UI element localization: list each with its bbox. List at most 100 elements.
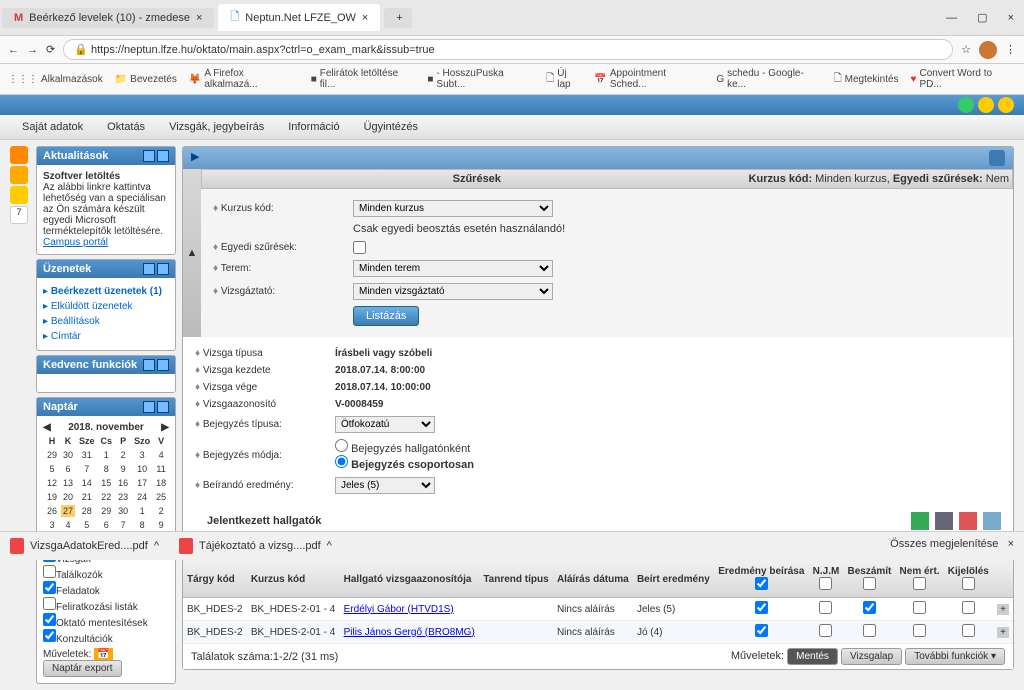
bookmark-item[interactable]: ⋮⋮⋮ Alkalmazások bbox=[8, 68, 103, 90]
side-star-icon[interactable] bbox=[10, 166, 28, 184]
kurzus-select[interactable]: Minden kurzus bbox=[353, 200, 553, 217]
nav-fwd-icon[interactable]: → bbox=[27, 44, 38, 56]
new-tab-button[interactable]: + bbox=[384, 8, 412, 28]
status-icon[interactable] bbox=[958, 97, 974, 113]
pdf-icon bbox=[179, 538, 193, 554]
naptar-export-btn[interactable]: Naptár export bbox=[43, 660, 122, 677]
bejtipus-select[interactable]: Ötfokozatú bbox=[335, 416, 435, 433]
avatar[interactable] bbox=[979, 41, 997, 59]
cal-check[interactable]: Konzultációk bbox=[43, 629, 169, 645]
pin-icon[interactable] bbox=[959, 512, 977, 530]
bookmark-item[interactable]: 🦊 A Firefox alkalmazá... bbox=[189, 68, 299, 90]
panel-title: Üzenetek bbox=[43, 263, 91, 275]
show-all-downloads[interactable]: Összes megjelenítése bbox=[890, 538, 998, 550]
kedvenc-panel: Kedvenc funkciók bbox=[36, 355, 176, 393]
browser-tab-active[interactable]: 🗋Neptun.Net LFZE_OW× bbox=[218, 4, 380, 31]
panel-btn[interactable] bbox=[143, 150, 155, 162]
students-table: Tárgy kódKurzus kódHallgató vizsgaazonos… bbox=[183, 562, 1013, 644]
beirando-select[interactable]: Jeles (5) bbox=[335, 477, 435, 494]
msg-inbox[interactable]: Beérkezett üzenetek (1) bbox=[43, 284, 169, 299]
side-cal-icon[interactable]: 7 bbox=[10, 206, 28, 224]
nav-back-icon[interactable]: ← bbox=[8, 44, 19, 56]
cal-check[interactable]: Oktató mentesítések bbox=[43, 613, 169, 629]
status-icon[interactable] bbox=[978, 97, 994, 113]
tovabbi-button[interactable]: További funkciók ▾ bbox=[905, 648, 1005, 665]
reload-icon[interactable]: ⟳ bbox=[46, 43, 55, 56]
bookmark-item[interactable]: 📁 Bevezetés bbox=[115, 68, 177, 90]
filter-title: Szűrések bbox=[453, 173, 501, 185]
bookmark-item[interactable]: ■ Felirátok letöltése fil... bbox=[311, 68, 416, 90]
help-icon[interactable] bbox=[989, 150, 1005, 166]
table-row: BK_HDES-2BK_HDES-2-01 - 4Pilis János Ger… bbox=[183, 621, 1013, 644]
msg-settings[interactable]: Beállítások bbox=[43, 314, 169, 329]
panel-btn[interactable] bbox=[157, 263, 169, 275]
browser-tab[interactable]: MBeérkező levelek (10) - zmedese× bbox=[2, 8, 214, 28]
panel-btn[interactable] bbox=[143, 263, 155, 275]
bejmod-radio-a[interactable] bbox=[335, 439, 348, 452]
plus-icon[interactable]: + bbox=[997, 627, 1009, 638]
minimize-icon[interactable]: — bbox=[936, 12, 967, 24]
chevron-up-icon[interactable]: ^ bbox=[327, 540, 332, 552]
vizsgalap-button[interactable]: Vizsgalap bbox=[841, 648, 902, 665]
bookmark-item[interactable]: ■ - HosszuPuska Subt... bbox=[427, 68, 534, 90]
chevron-up-icon[interactable]: ^ bbox=[154, 540, 159, 552]
terem-select[interactable]: Minden terem bbox=[353, 260, 553, 277]
menu-oktatas[interactable]: Oktatás bbox=[95, 115, 157, 139]
close-icon[interactable]: × bbox=[1008, 538, 1014, 550]
bookmark-item[interactable]: 🗋 Új lap bbox=[546, 68, 582, 90]
panel-btn[interactable] bbox=[157, 401, 169, 413]
mentes-button[interactable]: Mentés bbox=[787, 648, 838, 665]
search-icon[interactable] bbox=[983, 512, 1001, 530]
calendar-grid[interactable]: HKSzeCsPSzoV2930311234567891011121314151… bbox=[43, 433, 170, 533]
cal-check[interactable]: Feliratkozási listák bbox=[43, 597, 169, 613]
menu-vizsgak[interactable]: Vizsgák, jegybeírás bbox=[157, 115, 276, 139]
expand-icon[interactable]: ▶ bbox=[191, 150, 199, 166]
panel-btn[interactable] bbox=[143, 359, 155, 371]
close-icon[interactable]: × bbox=[196, 12, 202, 24]
msg-addr[interactable]: Címtár bbox=[43, 329, 169, 344]
vizsgaztato-select[interactable]: Minden vizsgáztató bbox=[353, 283, 553, 300]
menu-ugy[interactable]: Ügyintézés bbox=[352, 115, 430, 139]
cal-check[interactable]: Feladatok bbox=[43, 581, 169, 597]
panel-btn[interactable] bbox=[157, 150, 169, 162]
student-link[interactable]: Pilis János Gergő (BRO8MG) bbox=[344, 627, 475, 638]
status-icon[interactable] bbox=[998, 97, 1014, 113]
listazas-button[interactable]: Listázás bbox=[353, 306, 419, 326]
bookmark-item[interactable]: 📅 Appointment Sched... bbox=[594, 68, 704, 90]
bejmod-radio-b[interactable] bbox=[335, 455, 348, 468]
close-window-icon[interactable]: × bbox=[998, 12, 1024, 24]
bookmark-item[interactable]: G schedu - Google-ke... bbox=[716, 68, 821, 90]
side-letter-icon[interactable] bbox=[10, 146, 28, 164]
bookmark-item[interactable]: 🗋 Megtekintés bbox=[834, 68, 899, 90]
download-item[interactable]: Tájékoztató a vizsg....pdf ^ bbox=[179, 538, 332, 554]
cal-next[interactable]: ▶ bbox=[161, 422, 169, 433]
menu-info[interactable]: Információ bbox=[276, 115, 351, 139]
egyedi-checkbox[interactable] bbox=[353, 241, 366, 254]
panel-btn[interactable] bbox=[157, 359, 169, 371]
pdf-icon bbox=[10, 538, 24, 554]
cal-prev[interactable]: ◀ bbox=[43, 422, 51, 433]
plus-icon[interactable]: + bbox=[997, 604, 1009, 615]
bookmark-item[interactable]: ♥ Convert Word to PD... bbox=[911, 68, 1016, 90]
maximize-icon[interactable]: ▢ bbox=[967, 11, 997, 24]
side-icon-bar: 7 bbox=[10, 146, 30, 684]
close-icon[interactable]: × bbox=[362, 12, 368, 24]
download-item[interactable]: VizsgaAdatokEred....pdf ^ bbox=[10, 538, 159, 554]
url-input[interactable]: 🔒 https://neptun.lfze.hu/oktato/main.asp… bbox=[63, 39, 953, 60]
cal-check[interactable]: Találkozók bbox=[43, 565, 169, 581]
student-link[interactable]: Erdélyi Gábor (HTVD1S) bbox=[344, 604, 454, 615]
msg-sent[interactable]: Elküldött üzenetek bbox=[43, 299, 169, 314]
menu-sajat[interactable]: Saját adatok bbox=[10, 115, 95, 139]
result-count: Találatok száma:1-2/2 (31 ms) bbox=[191, 651, 338, 663]
filter-label: Egyedi szűrések: bbox=[213, 242, 353, 253]
panel-btn[interactable] bbox=[143, 401, 155, 413]
side-star-icon[interactable] bbox=[10, 186, 28, 204]
campus-link[interactable]: Campus portál bbox=[43, 237, 108, 248]
cal-month: 2018. november bbox=[68, 422, 144, 433]
star-icon[interactable]: ☆ bbox=[961, 43, 971, 56]
filter-note: Csak egyedi beosztás esetén használandó! bbox=[353, 223, 565, 235]
collapse-icon[interactable]: ▲ bbox=[183, 169, 201, 337]
menu-icon[interactable]: ⋮ bbox=[1005, 43, 1016, 56]
excel-icon[interactable] bbox=[911, 512, 929, 530]
print-icon[interactable] bbox=[935, 512, 953, 530]
